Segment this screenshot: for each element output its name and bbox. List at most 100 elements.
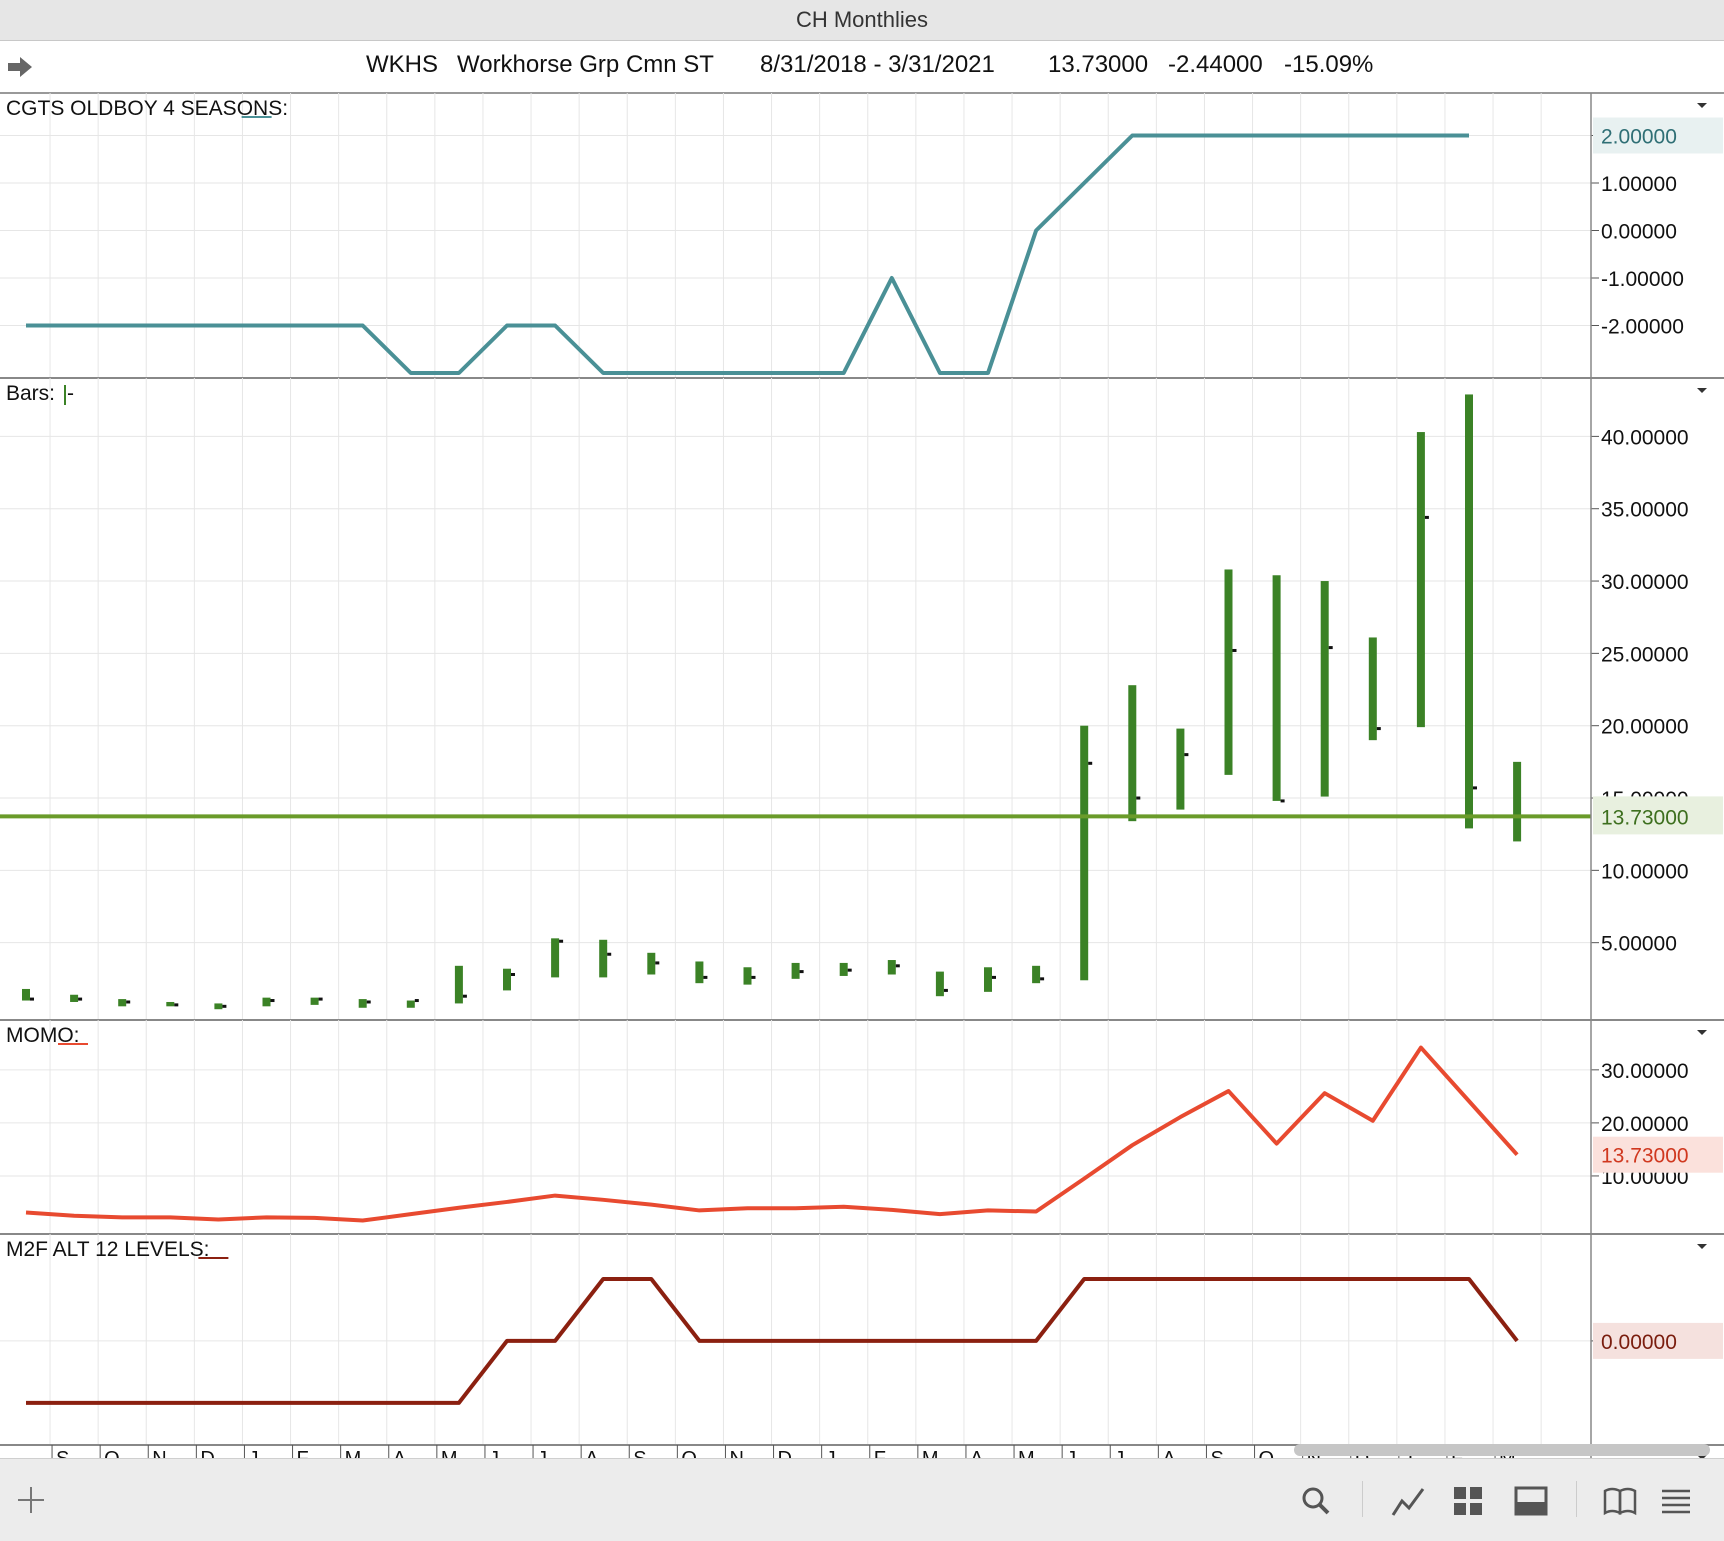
ohlc-bar: [22, 988, 30, 1001]
ohlc-bar: [984, 967, 992, 992]
ohlc-close-tick: [1232, 648, 1237, 652]
pane-title: Bars:: [6, 382, 55, 405]
ohlc-close-tick: [847, 968, 852, 972]
x-axis-month-label: S: [633, 1448, 646, 1458]
ohlc-close-tick: [1040, 977, 1045, 981]
x-axis-month-label: A: [970, 1448, 984, 1458]
ohlc-bar: [1224, 569, 1233, 775]
ohlc-bar: [1176, 728, 1185, 810]
ohlc-bar: [1272, 575, 1281, 801]
ohlc-bar: [839, 962, 848, 976]
ohlc-bar: [118, 999, 127, 1007]
last-price: 13.73000: [1048, 51, 1149, 78]
ohlc-close-tick: [703, 975, 708, 979]
axis-tick-label: 40.00000: [1601, 426, 1689, 449]
price-change: -2.44000: [1168, 51, 1263, 78]
ohlc-close-tick: [318, 997, 323, 1001]
price-change-percent: -15.09%: [1284, 51, 1374, 78]
symbol-header: WKHS Workhorse Grp Cmn ST 8/31/2018 - 3/…: [0, 41, 1724, 94]
ohlc-close-tick: [366, 1000, 371, 1004]
axis-tick-label: -1.00000: [1601, 268, 1684, 291]
x-axis-month-label: F: [297, 1448, 309, 1458]
ohlc-close-tick: [462, 994, 467, 998]
ohlc-bar: [1416, 432, 1425, 728]
book-icon[interactable]: [1602, 1485, 1638, 1517]
title-bar: CH Monthlies: [0, 0, 1724, 41]
ohlc-close-tick: [270, 999, 275, 1003]
ohlc-close-tick: [30, 997, 34, 1001]
x-axis-month-label: O: [681, 1448, 697, 1458]
ohlc-close-tick: [126, 1000, 131, 1004]
menu-icon[interactable]: [1660, 1485, 1692, 1517]
x-axis-month-label: M: [922, 1448, 939, 1458]
axis-tick-label: 10.00000: [1601, 860, 1689, 883]
ohlc-close-tick: [1136, 796, 1141, 800]
ohlc-bar: [406, 1000, 415, 1008]
ohlc-bar: [743, 967, 752, 985]
ohlc-bar: [310, 997, 319, 1005]
legend-dash: -: [67, 382, 74, 405]
ohlc-close-tick: [895, 964, 900, 968]
x-axis-month-label: D: [200, 1448, 214, 1458]
toolbar-divider: [1576, 1481, 1577, 1517]
ohlc-bar: [1032, 965, 1041, 984]
last-value-label: 13.73000: [1601, 806, 1689, 829]
x-axis-month-label: S: [56, 1448, 69, 1458]
axis-tick-label: 1.00000: [1601, 173, 1677, 196]
chart-area[interactable]: 2.000001.000000.00000-1.00000-2.00000CGT…: [0, 93, 1724, 1458]
ohlc-close-tick: [1328, 646, 1333, 650]
horizontal-scrollbar[interactable]: [1294, 1444, 1710, 1456]
date-range: 8/31/2018 - 3/31/2021: [760, 51, 995, 78]
ohlc-bar: [935, 971, 944, 997]
ohlc-bar: [1320, 581, 1329, 797]
last-value-label: 0.00000: [1601, 1331, 1677, 1354]
ohlc-close-tick: [1280, 799, 1285, 803]
ohlc-close-tick: [1184, 753, 1189, 757]
search-icon[interactable]: [1300, 1485, 1332, 1517]
ohlc-bar: [358, 999, 367, 1008]
arrow-right-icon[interactable]: [6, 55, 34, 79]
ohlc-bar: [214, 1003, 223, 1010]
ohlc-bar: [70, 994, 79, 1002]
x-axis-month-label: J: [537, 1448, 547, 1458]
x-axis-month-label: M: [441, 1448, 458, 1458]
ohlc-bar: [695, 961, 704, 984]
ohlc-close-tick: [414, 999, 419, 1003]
x-axis-month-label: O: [104, 1448, 120, 1458]
ohlc-bar: [1368, 637, 1377, 741]
x-axis-month-label: J: [248, 1448, 258, 1458]
ohlc-bar: [1513, 761, 1522, 842]
line-chart-icon[interactable]: [1390, 1483, 1426, 1519]
x-axis-month-label: M: [1018, 1448, 1035, 1458]
pane-title: M2F ALT 12 LEVELS:: [6, 1238, 210, 1261]
x-axis-month-label: N: [152, 1448, 166, 1458]
ohlc-close-tick: [1424, 515, 1429, 519]
ohlc-close-tick: [1376, 727, 1381, 731]
x-axis-month-label: J: [826, 1448, 836, 1458]
plus-icon[interactable]: [14, 1483, 48, 1517]
ohlc-bar: [791, 962, 800, 979]
ohlc-close-tick: [511, 972, 515, 976]
x-axis-month-label: D: [778, 1448, 792, 1458]
toolbar-divider: [1362, 1481, 1363, 1517]
x-axis-month-label: A: [393, 1448, 407, 1458]
ohlc-bar: [647, 952, 656, 975]
axis-tick-label: 30.00000: [1601, 1060, 1689, 1083]
ohlc-bar: [551, 938, 560, 978]
x-axis-month-label: N: [729, 1448, 743, 1458]
axis-tick-label: 30.00000: [1601, 571, 1689, 594]
chevron-down-icon: [1697, 1030, 1707, 1035]
ohlc-bar: [1465, 394, 1473, 829]
grid-icon[interactable]: [1452, 1485, 1484, 1517]
bottom-toolbar: [0, 1458, 1724, 1541]
ohlc-bar: [262, 997, 271, 1007]
panel-icon[interactable]: [1514, 1485, 1548, 1517]
ohlc-close-tick: [943, 988, 948, 992]
x-axis-month-label: A: [1162, 1448, 1176, 1458]
ohlc-close-tick: [78, 997, 83, 1001]
x-axis-month-label: M: [345, 1448, 362, 1458]
ohlc-close-tick: [222, 1004, 227, 1008]
ohlc-bar: [1080, 725, 1089, 981]
axis-tick-label: 0.00000: [1601, 221, 1677, 244]
ohlc-close-tick: [559, 939, 564, 943]
